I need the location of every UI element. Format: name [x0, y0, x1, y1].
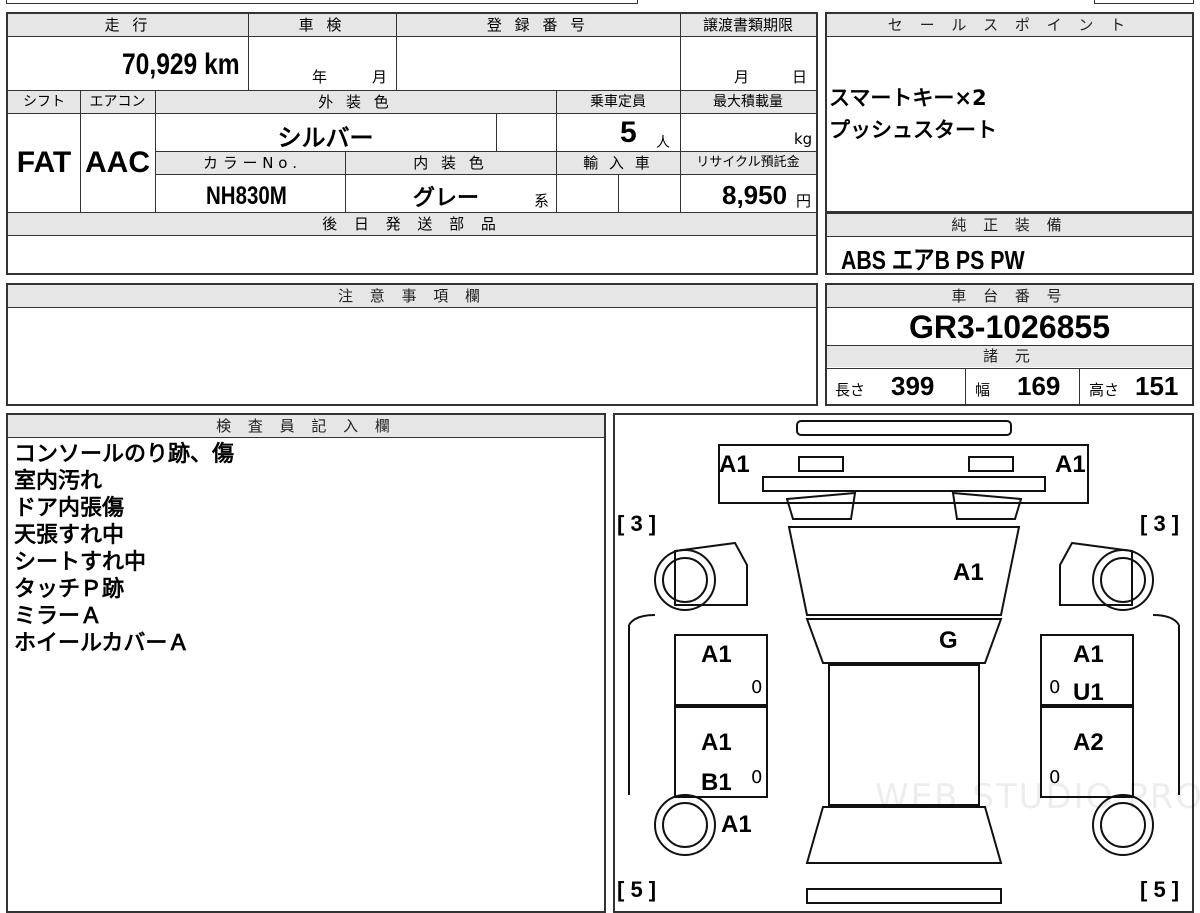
top-cropped-row [6, 0, 638, 4]
import-header: 輸 入 車 [583, 154, 653, 172]
chassis-header: 車 台 番 号 [827, 285, 1192, 307]
transfer-deadline-header: 譲渡書類期限 [702, 16, 793, 34]
zero-mark-4: 0 [1049, 767, 1061, 788]
inspector-note: シートすれ中 [14, 550, 147, 575]
capacity-header: 乗車定員 [590, 94, 646, 110]
inspector-note: タッチＰ跡 [14, 577, 125, 602]
exterior-color-value: シルバー [277, 124, 374, 152]
inspection-month-label: 月 [372, 68, 388, 86]
sales-point-line-1: スマートキー×2 [829, 86, 987, 110]
top-cropped-box-right [1094, 0, 1194, 4]
vehicle-info-table: 走 行 車 検 登 録 番 号 譲渡書類期限 70,929 km 年 月 月 日… [6, 12, 818, 275]
recycle-fee-unit: 円 [796, 192, 812, 210]
inspector-header: 検 査 員 記 入 欄 [8, 415, 604, 437]
mileage-header: 走 行 [104, 16, 152, 34]
inspector-note: コンソールのり跡、傷 [14, 442, 235, 467]
interior-color-value: グレー [413, 186, 480, 211]
recycle-fee-header: リサイクル預託金 [696, 155, 800, 170]
inspection-header: 車 検 [298, 16, 346, 34]
later-parts-header: 後 日 発 送 部 品 [322, 215, 502, 233]
chassis-box: 車 台 番 号 GR3-1026855 諸 元 長さ 399 幅 169 高さ … [825, 283, 1194, 406]
specs-header: 諸 元 [827, 345, 1192, 367]
inspector-note: ミラーＡ [14, 604, 103, 629]
length-label: 長さ [835, 381, 866, 399]
damage-diagram-box: WEB STUDIO PRO A1 A1 [ 3 ] [ 3 ] [ 5 ] [… [613, 413, 1200, 913]
transfer-day-label: 日 [792, 68, 808, 86]
max-load-unit: kg [794, 130, 813, 148]
zero-mark-1: 0 [751, 677, 763, 698]
inspector-box: 検 査 員 記 入 欄 コンソールのり跡、傷 室内汚れ ドア内張傷 天張すれ中 … [6, 413, 606, 913]
max-load-header: 最大積載量 [713, 94, 783, 110]
registration-header: 登 録 番 号 [486, 16, 590, 34]
aircon-header: エアコン [89, 94, 146, 110]
length-value: 399 [891, 371, 935, 401]
label-front-left: A1 [719, 451, 750, 478]
exterior-color-header: 外 装 色 [318, 93, 393, 111]
sales-point-header: セ ー ル ス ポ イ ン ト [827, 14, 1192, 36]
shift-value: FAT [16, 146, 72, 179]
mileage-value: 70,929 km [122, 48, 240, 81]
shift-header: シフト [23, 94, 65, 110]
watermark: WEB STUDIO PRO [875, 777, 1200, 817]
label-rear-quarter-left: A1 [721, 811, 752, 838]
height-label: 高さ [1089, 381, 1120, 399]
sales-point-line-2: プッシュスタート [829, 118, 997, 142]
interior-suffix: 系 [534, 192, 550, 210]
tire-front-right-depth: [ 3 ] [1140, 511, 1180, 536]
zero-mark-2: 0 [1049, 677, 1061, 698]
interior-color-header: 内 装 色 [413, 154, 488, 172]
capacity-unit: 人 [656, 135, 670, 151]
inspector-note: 室内汚れ [14, 469, 103, 494]
tire-front-left-depth: [ 3 ] [617, 511, 657, 536]
label-front-door-right-2: U1 [1073, 679, 1104, 706]
label-front-right: A1 [1055, 451, 1086, 478]
label-rear-door-right: A2 [1073, 729, 1104, 756]
genuine-equipment-value: ABS エアB PS PW [841, 245, 1025, 275]
tire-rear-left-depth: [ 5 ] [617, 877, 657, 902]
tire-rear-right-depth: [ 5 ] [1140, 877, 1180, 902]
zero-mark-3: 0 [751, 767, 763, 788]
label-rear-door-left-2: B1 [701, 769, 732, 796]
genuine-equipment-header: 純 正 装 備 [827, 214, 1192, 236]
notes-box: 注 意 事 項 欄 [6, 283, 818, 406]
capacity-value: 5 [620, 116, 637, 149]
height-value: 151 [1135, 371, 1179, 401]
label-hood: A1 [953, 559, 984, 586]
inspector-note: ドア内張傷 [14, 496, 125, 521]
aircon-value: AAC [85, 146, 150, 179]
notes-header: 注 意 事 項 欄 [8, 285, 816, 307]
label-front-door-right-1: A1 [1073, 641, 1104, 668]
label-windshield: G [939, 627, 958, 654]
inspector-note: 天張すれ中 [14, 523, 125, 548]
label-front-door-left: A1 [701, 641, 732, 668]
transfer-month-label: 月 [734, 68, 750, 86]
inspection-year-label: 年 [312, 68, 328, 86]
width-label: 幅 [975, 381, 991, 399]
genuine-equipment-box: 純 正 装 備 ABS エアB PS PW [825, 212, 1194, 275]
recycle-fee-value: 8,950 [722, 180, 788, 210]
color-no-value: NH830M [206, 182, 287, 210]
chassis-number: GR3-1026855 [908, 309, 1111, 345]
label-rear-door-left-1: A1 [701, 729, 732, 756]
inspector-note: ホイールカバーＡ [14, 631, 190, 656]
color-no-header: カ ラ ー N o . [202, 154, 297, 172]
width-value: 169 [1017, 371, 1061, 401]
sales-point-box: セ ー ル ス ポ イ ン ト スマートキー×2 プッシュスタート [825, 12, 1194, 213]
